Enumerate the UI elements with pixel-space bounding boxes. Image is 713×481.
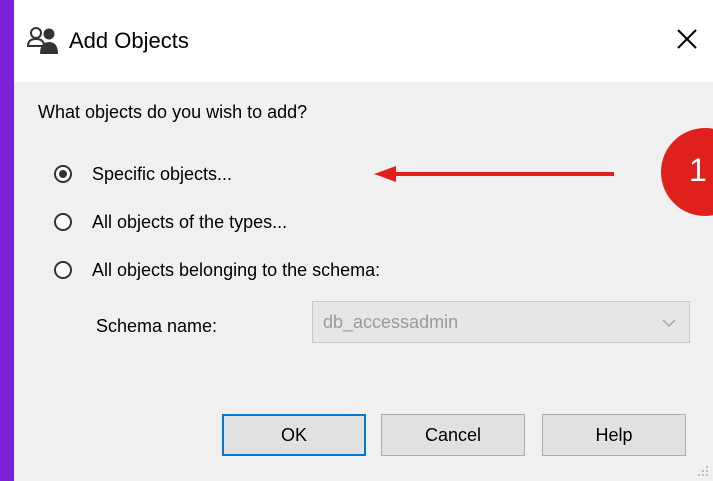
- close-icon[interactable]: [665, 20, 709, 60]
- schema-name-value: db_accessadmin: [323, 312, 459, 332]
- chevron-down-icon: [662, 319, 676, 328]
- resize-grip-icon[interactable]: [694, 462, 710, 478]
- radio-label: All objects of the types...: [92, 211, 288, 232]
- annotation-arrow: [374, 166, 614, 182]
- annotation-badge: 1: [661, 128, 713, 216]
- schema-name-label: Schema name:: [96, 316, 218, 336]
- radio-all-objects-of-types[interactable]: All objects of the types...: [54, 208, 287, 236]
- title-bar: Add Objects: [14, 0, 713, 82]
- schema-name-dropdown[interactable]: db_accessadmin: [312, 301, 690, 343]
- annotation-number: 1: [689, 152, 707, 188]
- radio-label: All objects belonging to the schema:: [92, 259, 381, 280]
- help-button[interactable]: Help: [542, 414, 686, 456]
- cancel-button[interactable]: Cancel: [381, 414, 525, 456]
- dialog-title: Add Objects: [69, 28, 189, 53]
- users-icon: [26, 27, 58, 54]
- radio-button[interactable]: [54, 165, 72, 183]
- ok-button[interactable]: OK: [222, 414, 366, 456]
- question-label: What objects do you wish to add?: [38, 102, 308, 122]
- radio-all-objects-in-schema[interactable]: All objects belonging to the schema:: [54, 256, 380, 284]
- radio-label: Specific objects...: [92, 163, 233, 184]
- add-objects-dialog: Add Objects What objects do you wish to …: [14, 0, 713, 481]
- radio-button[interactable]: [54, 261, 72, 279]
- radio-button[interactable]: [54, 213, 72, 231]
- radio-specific-objects[interactable]: Specific objects...: [54, 160, 232, 188]
